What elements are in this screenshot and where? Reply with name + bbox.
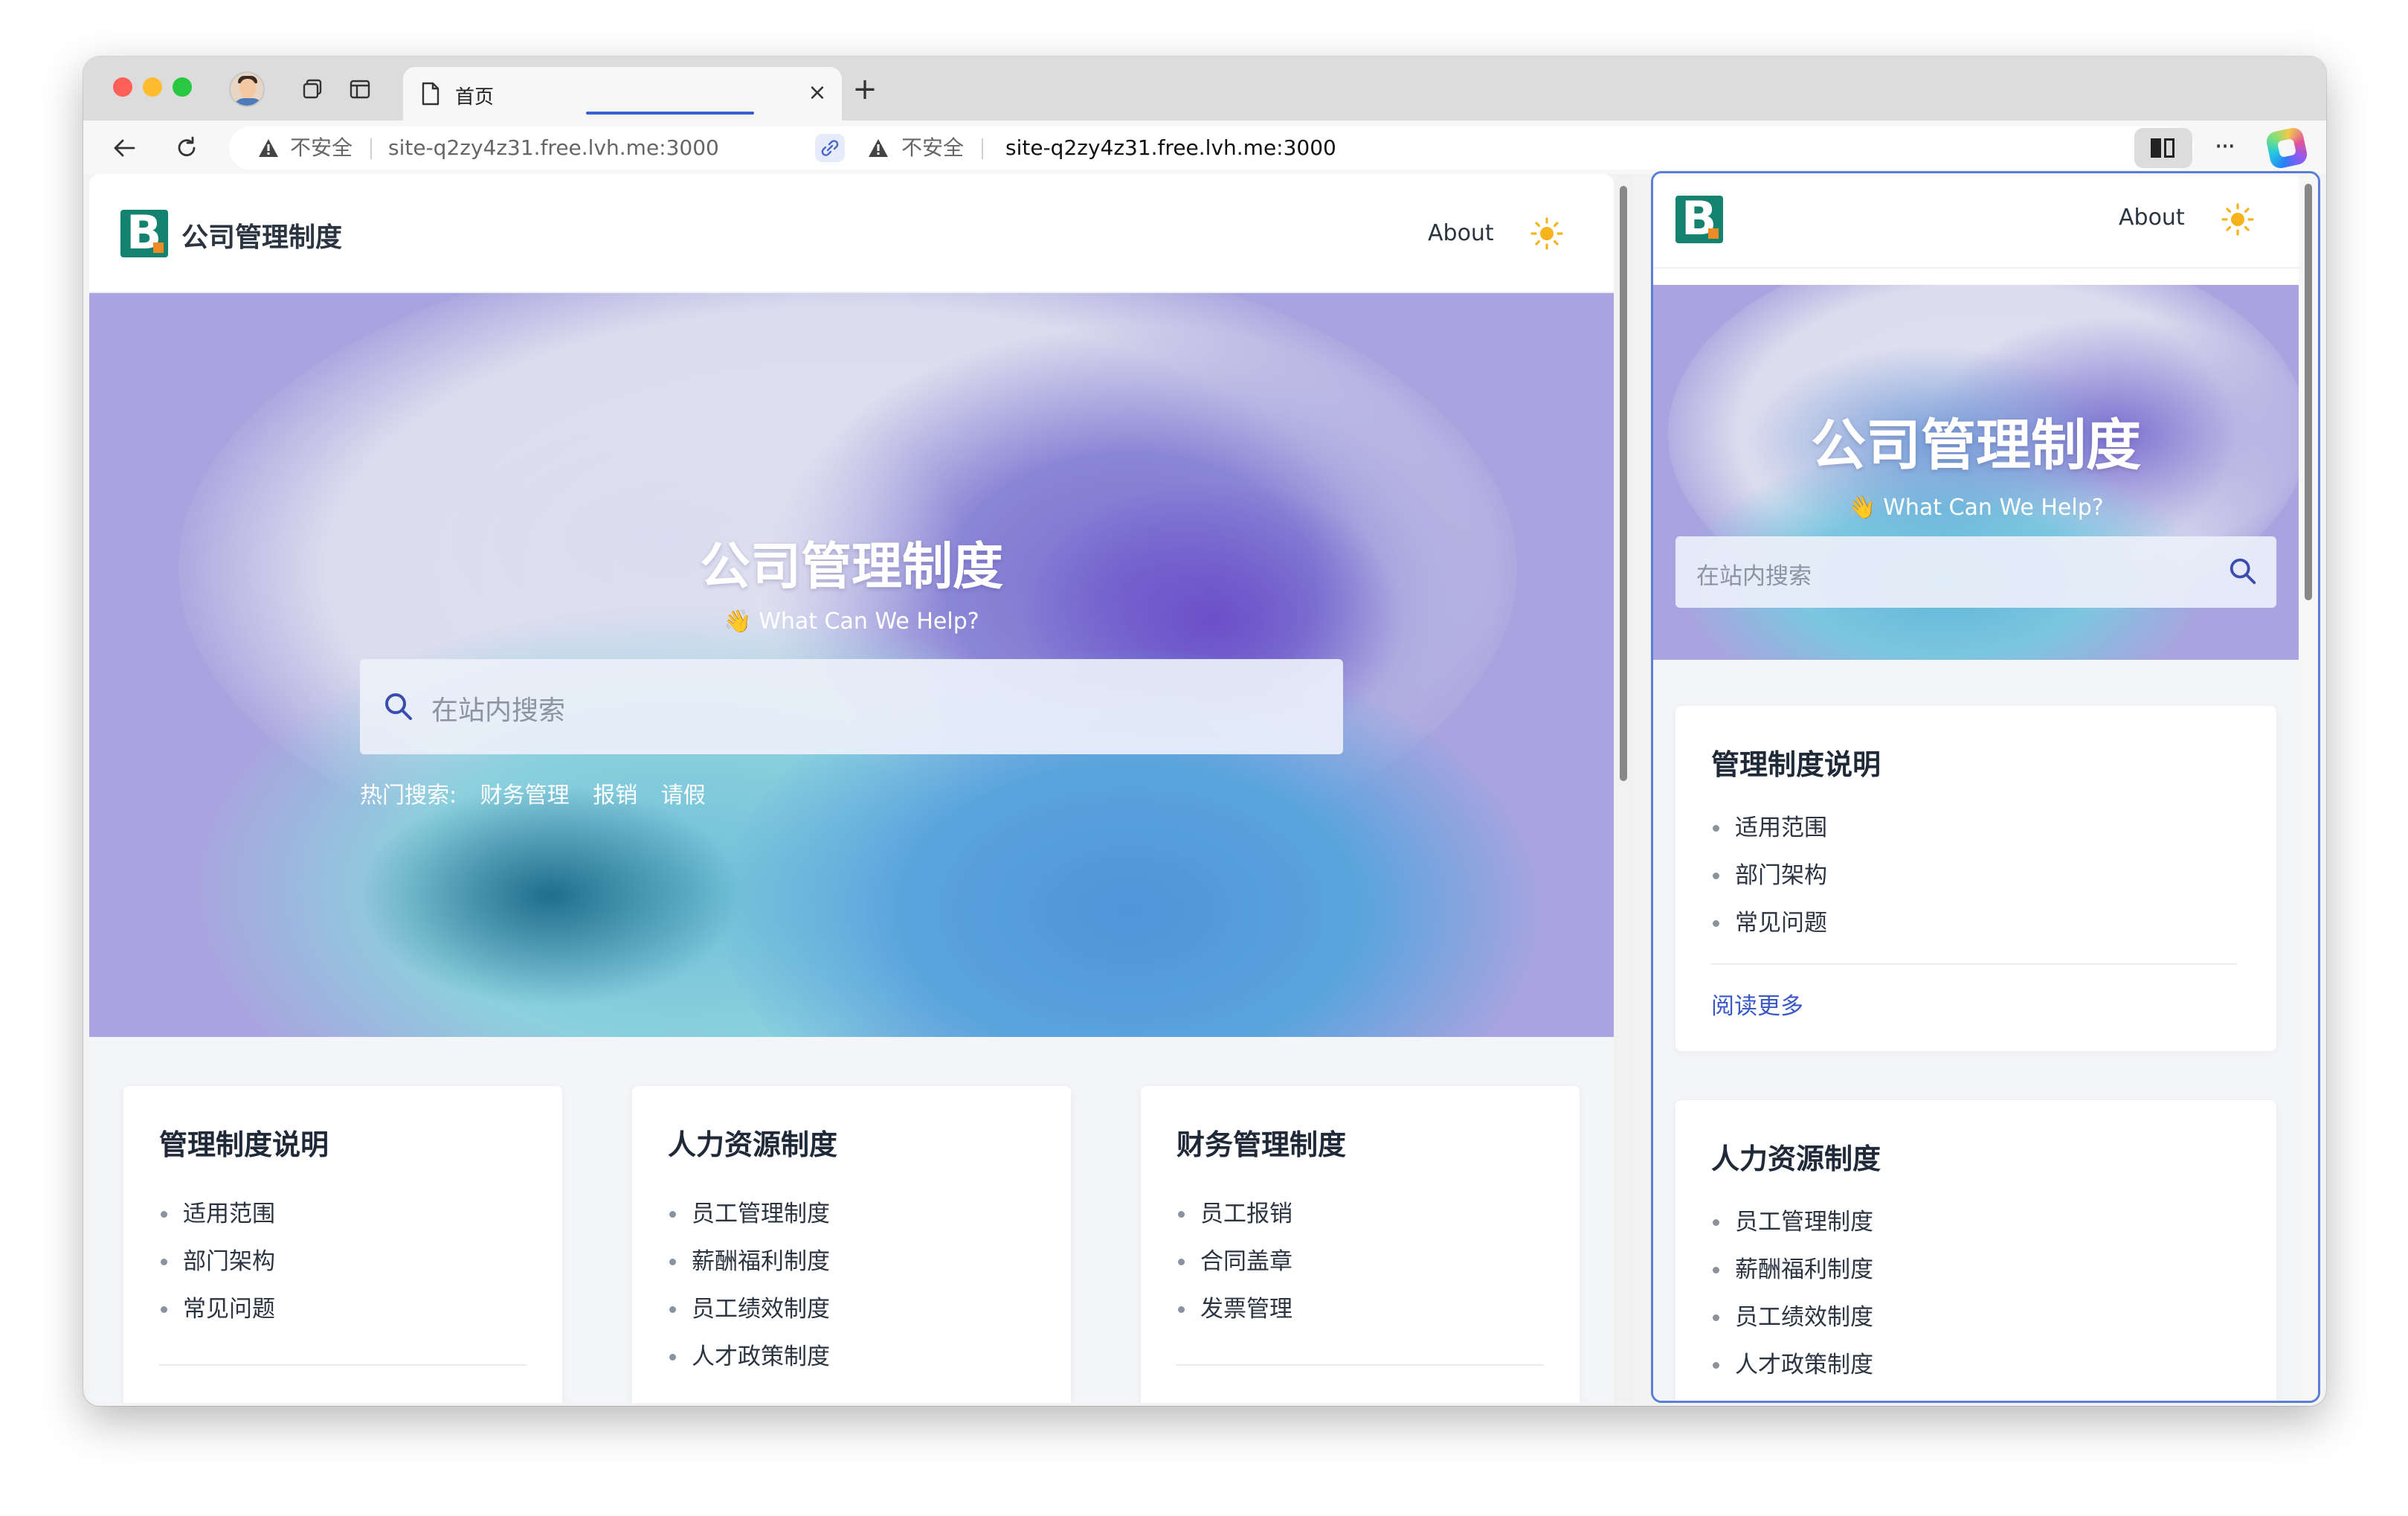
reload-button[interactable]: [170, 131, 204, 165]
site-logo-mobile[interactable]: B: [1675, 194, 1723, 243]
hot-searches: 热门搜索: 财务管理 报销 请假: [360, 777, 722, 809]
card-list: 适用范围 部门架构 常见问题: [159, 1190, 275, 1333]
close-tab-icon[interactable]: ×: [805, 80, 830, 106]
left-pane: B 公司管理制度 About 公司管理制度 👋 What Can We Help…: [89, 174, 1614, 1403]
card-management-mobile: 管理制度说明 适用范围 部门架构 常见问题 阅读更多: [1675, 706, 2276, 1051]
address-bar: 不安全 site-q2zy4z31.free.lvh.me:3000 不安全 s…: [83, 121, 2326, 174]
category-section-mobile: 管理制度说明 适用范围 部门架构 常见问题 阅读更多 人力资源制度 员工管理制度…: [1653, 660, 2299, 1401]
card-hr: 人力资源制度 员工管理制度 薪酬福利制度 员工绩效制度 人才政策制度: [632, 1086, 1071, 1403]
list-item[interactable]: 员工绩效制度: [1711, 1294, 1873, 1341]
url-text[interactable]: site-q2zy4z31.free.lvh.me:3000: [1005, 126, 1336, 170]
search-icon: [385, 693, 412, 720]
list-item[interactable]: 人才政策制度: [668, 1333, 830, 1381]
list-item[interactable]: 适用范围: [1711, 804, 1827, 852]
nav-about-link[interactable]: About: [1428, 220, 1494, 246]
hot-term-leave[interactable]: 请假: [661, 783, 706, 809]
category-section: 管理制度说明 适用范围 部门架构 常见问题 人力资源制度 员工管理制度 薪酬福利…: [89, 1037, 1614, 1403]
search-icon-mobile[interactable]: [2227, 556, 2259, 587]
list-item[interactable]: 合同盖章: [1176, 1238, 1292, 1285]
minimize-window-button[interactable]: [143, 77, 162, 97]
list-item[interactable]: 发票管理: [1176, 1285, 1292, 1333]
hot-term-finance[interactable]: 财务管理: [480, 783, 570, 809]
hero-banner: 公司管理制度 👋 What Can We Help? 在站内搜索 热门搜索: 财…: [89, 293, 1614, 1037]
right-scroll-thumb[interactable]: [2305, 184, 2312, 600]
split-screen-button[interactable]: [2134, 128, 2192, 168]
read-more-link[interactable]: 阅读更多: [1711, 987, 1803, 1021]
tab-bar: 首页 × +: [83, 57, 2326, 121]
back-button[interactable]: [107, 131, 141, 165]
list-item[interactable]: 常见问题: [1711, 899, 1827, 947]
hot-label: 热门搜索:: [360, 783, 457, 809]
link-icon[interactable]: [815, 134, 845, 162]
insecure-label[interactable]: 不安全: [290, 126, 352, 170]
list-item[interactable]: 常见问题: [159, 1285, 275, 1333]
sun-icon-mobile[interactable]: [2221, 203, 2254, 236]
hero-subtitle-mobile: 👋 What Can We Help?: [1848, 495, 2104, 521]
card-title[interactable]: 管理制度说明: [1711, 742, 1881, 783]
sun-icon[interactable]: [1530, 217, 1563, 250]
more-options-button[interactable]: ···: [2204, 128, 2244, 168]
list-item[interactable]: 部门架构: [1711, 852, 1827, 899]
url-text-secondary[interactable]: site-q2zy4z31.free.lvh.me:3000: [388, 126, 719, 170]
profile-avatar[interactable]: [229, 71, 265, 107]
search-input[interactable]: 在站内搜索: [360, 659, 1343, 754]
list-item[interactable]: 薪酬福利制度: [1711, 1246, 1873, 1294]
hero-title-mobile: 公司管理制度: [1811, 414, 2141, 478]
left-scroll-thumb[interactable]: [1620, 186, 1627, 781]
vertical-tabs-icon[interactable]: [344, 73, 376, 106]
list-item[interactable]: 员工管理制度: [1711, 1198, 1873, 1246]
site-header-mobile: B About: [1653, 173, 2299, 269]
list-item[interactable]: 人才政策制度: [1711, 1341, 1873, 1389]
site-logo[interactable]: B: [120, 208, 168, 257]
new-tab-button[interactable]: +: [845, 73, 885, 106]
hot-term-reimburse[interactable]: 报销: [593, 783, 637, 809]
card-list: 员工报销 合同盖章 发票管理: [1176, 1190, 1292, 1333]
tab-title: 首页: [455, 86, 495, 109]
site-header: B 公司管理制度 About: [89, 174, 1614, 293]
browser-window: 首页 × + 不安全 site-q2zy4z31.free.lvh.me:300…: [83, 57, 2326, 1406]
list-item[interactable]: 薪酬福利制度: [668, 1238, 830, 1285]
workspaces-icon[interactable]: [296, 73, 329, 106]
card-title[interactable]: 管理制度说明: [159, 1122, 329, 1163]
site-name[interactable]: 公司管理制度: [181, 216, 342, 254]
close-window-button[interactable]: [113, 77, 132, 97]
right-pane: B About 公司管理制度 👋 What Can We Help? 在站内搜索…: [1651, 171, 2320, 1403]
card-title[interactable]: 财务管理制度: [1176, 1122, 1346, 1163]
list-item[interactable]: 适用范围: [159, 1190, 275, 1238]
warning-icon: [259, 139, 278, 157]
warning-icon-2: [869, 139, 888, 157]
search-placeholder-mobile: 在站内搜索: [1696, 563, 1812, 590]
list-item[interactable]: 员工报销: [1176, 1190, 1292, 1238]
hero-banner-mobile: 公司管理制度 👋 What Can We Help? 在站内搜索: [1653, 285, 2299, 660]
card-list: 员工管理制度 薪酬福利制度 员工绩效制度 人才政策制度: [668, 1190, 830, 1381]
page-icon: [422, 82, 440, 106]
card-list: 适用范围 部门架构 常见问题: [1711, 804, 1827, 947]
hero-title: 公司管理制度: [699, 538, 1003, 597]
insecure-label-2[interactable]: 不安全: [901, 126, 964, 170]
nav-about-link-mobile[interactable]: About: [2119, 205, 2185, 231]
card-list: 员工管理制度 薪酬福利制度 员工绩效制度 人才政策制度: [1711, 1198, 1873, 1389]
card-title[interactable]: 人力资源制度: [1711, 1136, 1881, 1177]
search-placeholder: 在站内搜索: [431, 696, 566, 726]
card-management: 管理制度说明 适用范围 部门架构 常见问题: [123, 1086, 562, 1403]
hero-subtitle: 👋 What Can We Help?: [724, 608, 979, 635]
card-title[interactable]: 人力资源制度: [668, 1122, 837, 1163]
tab-home[interactable]: 首页 ×: [403, 67, 842, 121]
list-item[interactable]: 员工绩效制度: [668, 1285, 830, 1333]
left-scrollbar[interactable]: [1614, 174, 1633, 1403]
tab-loading-indicator: [586, 112, 754, 115]
search-input-mobile[interactable]: 在站内搜索: [1675, 536, 2276, 608]
copilot-icon[interactable]: [2264, 126, 2309, 170]
card-hr-mobile: 人力资源制度 员工管理制度 薪酬福利制度 员工绩效制度 人才政策制度: [1675, 1100, 2276, 1401]
list-item[interactable]: 员工管理制度: [668, 1190, 830, 1238]
omnibox[interactable]: 不安全 site-q2zy4z31.free.lvh.me:3000 不安全 s…: [229, 126, 2194, 170]
list-item[interactable]: 部门架构: [159, 1238, 275, 1285]
card-finance: 财务管理制度 员工报销 合同盖章 发票管理: [1141, 1086, 1580, 1403]
maximize-window-button[interactable]: [173, 77, 192, 97]
right-scrollbar[interactable]: [2299, 173, 2318, 1401]
